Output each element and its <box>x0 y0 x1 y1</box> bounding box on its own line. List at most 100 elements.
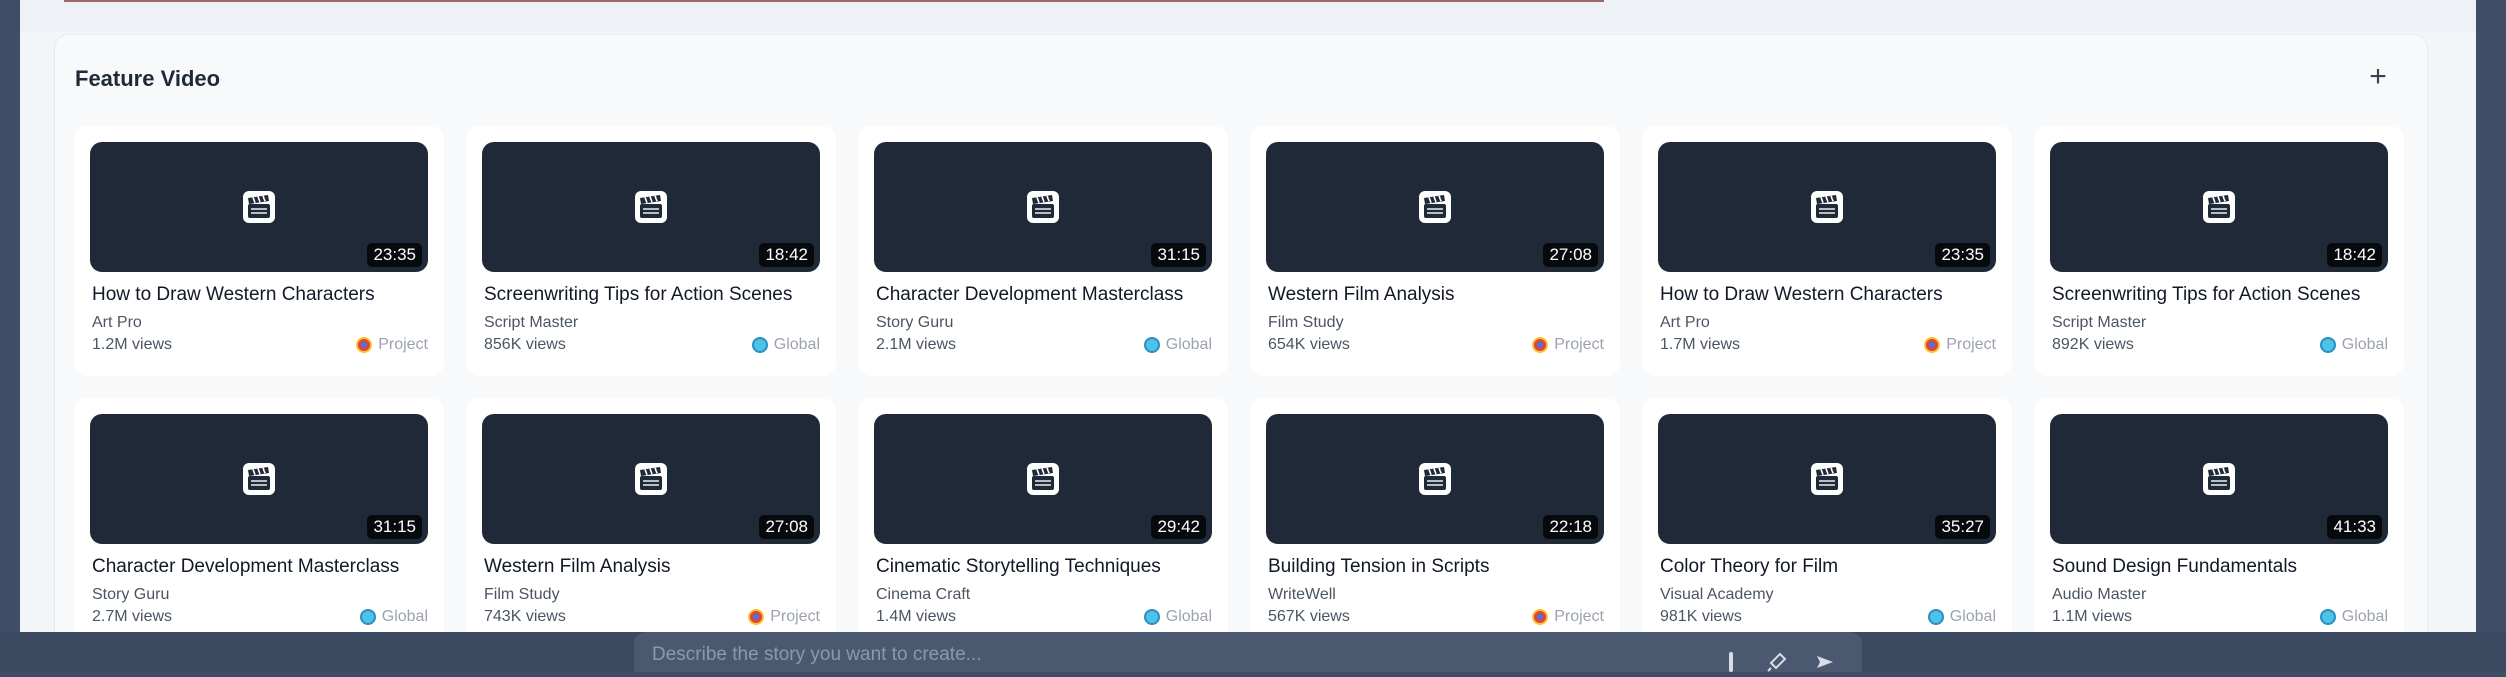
video-scope: Global <box>751 336 820 354</box>
video-channel[interactable]: Visual Academy <box>1660 586 1774 604</box>
video-thumbnail[interactable]: 27:08 <box>482 414 820 544</box>
video-scope: Global <box>2319 608 2388 626</box>
video-scope-label: Global <box>773 336 820 353</box>
video-thumbnail[interactable]: 31:15 <box>90 414 428 544</box>
video-scope-label: Project <box>1554 336 1604 353</box>
video-scope-label: Global <box>1165 336 1212 353</box>
video-title[interactable]: Character Development Masterclass <box>876 284 1216 306</box>
video-scope: Global <box>1143 608 1212 626</box>
video-scope-label: Global <box>1165 608 1212 625</box>
project-icon <box>1532 337 1549 353</box>
video-views: 856K views <box>484 336 566 353</box>
video-card[interactable]: 22:18 Building Tension in Scripts WriteW… <box>1250 398 1620 648</box>
video-title[interactable]: Screenwriting Tips for Action Scenes <box>484 284 824 306</box>
video-scope-label: Project <box>1554 608 1604 625</box>
video-views: 743K views <box>484 608 566 625</box>
clapperboard-icon <box>635 191 667 223</box>
clapperboard-icon <box>243 191 275 223</box>
video-thumbnail[interactable]: 41:33 <box>2050 414 2388 544</box>
globe-icon <box>1143 609 1160 625</box>
video-thumbnail[interactable]: 22:18 <box>1266 414 1604 544</box>
globe-icon <box>359 609 376 625</box>
video-scope: Project <box>356 336 428 354</box>
video-card[interactable]: 18:42 Screenwriting Tips for Action Scen… <box>2034 126 2404 376</box>
video-channel[interactable]: Script Master <box>484 314 578 332</box>
story-prompt-input[interactable] <box>652 644 1632 666</box>
video-card[interactable]: 23:35 How to Draw Western Characters Art… <box>1642 126 2012 376</box>
add-video-button[interactable]: + <box>2362 62 2394 94</box>
microphone-icon[interactable] <box>1766 652 1788 674</box>
globe-icon <box>1927 609 1944 625</box>
video-title[interactable]: How to Draw Western Characters <box>92 284 432 306</box>
video-title[interactable]: Western Film Analysis <box>1268 284 1608 306</box>
left-frame <box>0 0 20 672</box>
video-channel[interactable]: Art Pro <box>92 314 142 332</box>
video-channel[interactable]: Story Guru <box>92 586 169 604</box>
video-scope-label: Global <box>381 608 428 625</box>
video-card[interactable]: 23:35 How to Draw Western Characters Art… <box>74 126 444 376</box>
video-duration: 31:15 <box>1151 243 1206 267</box>
video-card[interactable]: 27:08 Western Film Analysis Film Study 7… <box>466 398 836 648</box>
video-thumbnail[interactable]: 29:42 <box>874 414 1212 544</box>
video-duration: 23:35 <box>367 243 422 267</box>
brush-icon[interactable] <box>1720 652 1742 674</box>
video-channel[interactable]: Story Guru <box>876 314 953 332</box>
video-channel[interactable]: Cinema Craft <box>876 586 970 604</box>
video-channel[interactable]: Film Study <box>1268 314 1344 332</box>
section-title: Feature Video <box>75 66 221 91</box>
project-icon <box>748 609 765 625</box>
video-card[interactable]: 35:27 Color Theory for Film Visual Acade… <box>1642 398 2012 648</box>
video-views: 981K views <box>1660 608 1742 625</box>
previous-section-bottom <box>20 0 2476 32</box>
video-scope-label: Global <box>1949 608 1996 625</box>
video-card[interactable]: 31:15 Character Development Masterclass … <box>74 398 444 648</box>
video-channel[interactable]: WriteWell <box>1268 586 1336 604</box>
video-thumbnail[interactable]: 18:42 <box>482 142 820 272</box>
video-views: 1.4M views <box>876 608 957 625</box>
video-title[interactable]: How to Draw Western Characters <box>1660 284 2000 306</box>
video-duration: 41:33 <box>2327 515 2382 539</box>
video-card[interactable]: 27:08 Western Film Analysis Film Study 6… <box>1250 126 1620 376</box>
video-scope-label: Global <box>2341 336 2388 353</box>
video-duration: 27:08 <box>1543 243 1598 267</box>
video-duration: 29:42 <box>1151 515 1206 539</box>
video-thumbnail[interactable]: 18:42 <box>2050 142 2388 272</box>
send-icon[interactable] <box>1814 652 1836 674</box>
video-thumbnail[interactable]: 31:15 <box>874 142 1212 272</box>
clapperboard-icon <box>1811 463 1843 495</box>
video-thumbnail[interactable]: 23:35 <box>1658 142 1996 272</box>
video-title[interactable]: Building Tension in Scripts <box>1268 556 1608 578</box>
video-thumbnail[interactable]: 35:27 <box>1658 414 1996 544</box>
video-thumbnail[interactable]: 27:08 <box>1266 142 1604 272</box>
video-scope: Global <box>1927 608 1996 626</box>
story-prompt-box <box>634 632 1862 672</box>
video-card[interactable]: 31:15 Character Development Masterclass … <box>858 126 1228 376</box>
video-title[interactable]: Screenwriting Tips for Action Scenes <box>2052 284 2392 306</box>
video-title[interactable]: Color Theory for Film <box>1660 556 2000 578</box>
video-views: 892K views <box>2052 336 2134 353</box>
video-scope-label: Global <box>2341 608 2388 625</box>
video-channel[interactable]: Audio Master <box>2052 586 2146 604</box>
video-title[interactable]: Western Film Analysis <box>484 556 824 578</box>
video-card[interactable]: 18:42 Screenwriting Tips for Action Scen… <box>466 126 836 376</box>
globe-icon <box>2319 337 2336 353</box>
video-views: 2.7M views <box>92 608 173 625</box>
video-title[interactable]: Character Development Masterclass <box>92 556 432 578</box>
video-scope-label: Project <box>770 608 820 625</box>
video-duration: 23:35 <box>1935 243 1990 267</box>
video-channel[interactable]: Film Study <box>484 586 560 604</box>
video-title[interactable]: Cinematic Storytelling Techniques <box>876 556 1216 578</box>
video-scope-label: Project <box>378 336 428 353</box>
clapperboard-icon <box>243 463 275 495</box>
globe-icon <box>751 337 768 353</box>
video-card[interactable]: 41:33 Sound Design Fundamentals Audio Ma… <box>2034 398 2404 648</box>
video-card[interactable]: 29:42 Cinematic Storytelling Techniques … <box>858 398 1228 648</box>
video-channel[interactable]: Script Master <box>2052 314 2146 332</box>
video-thumbnail[interactable]: 23:35 <box>90 142 428 272</box>
video-duration: 18:42 <box>2327 243 2382 267</box>
video-views: 567K views <box>1268 608 1350 625</box>
project-icon <box>1924 337 1941 353</box>
video-channel[interactable]: Art Pro <box>1660 314 1710 332</box>
divider-line <box>64 0 1604 2</box>
video-title[interactable]: Sound Design Fundamentals <box>2052 556 2392 578</box>
